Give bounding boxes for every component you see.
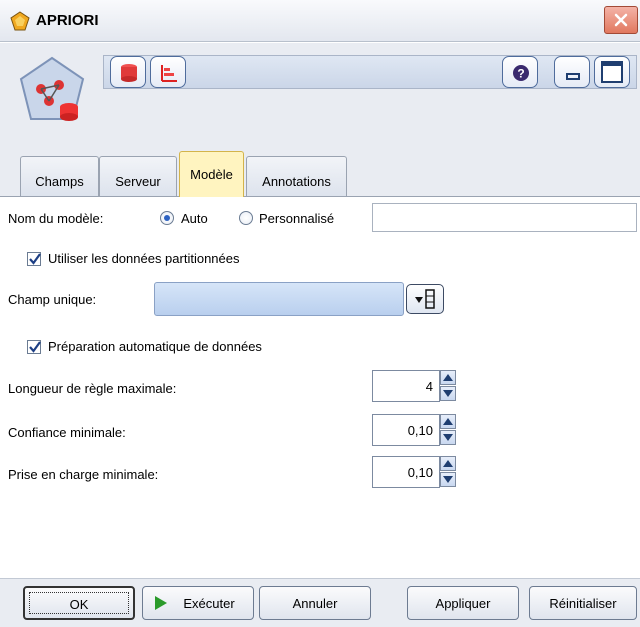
checkmark-icon — [29, 341, 41, 353]
title-bar: APRIORI — [0, 0, 640, 42]
tab-champs[interactable]: Champs — [20, 156, 99, 196]
database-icon — [121, 64, 137, 82]
max-rule-length-up[interactable] — [440, 370, 456, 385]
auto-prep-checkbox[interactable] — [27, 340, 41, 354]
help-button[interactable]: ? — [502, 56, 538, 88]
svg-text:?: ? — [517, 67, 524, 81]
maximize-icon — [601, 61, 623, 83]
arrow-down-icon — [443, 390, 453, 397]
arrow-down-icon — [443, 476, 453, 483]
use-partitioned-checkbox[interactable] — [27, 252, 41, 266]
window-title: APRIORI — [36, 12, 99, 29]
focus-ring — [29, 592, 129, 614]
cancel-button[interactable]: Annuler — [259, 586, 371, 620]
tab-serveur[interactable]: Serveur — [99, 156, 177, 196]
minimize-icon — [566, 73, 580, 80]
toolbar: ? — [103, 55, 637, 89]
apply-button[interactable]: Appliquer — [407, 586, 519, 620]
min-confidence-down[interactable] — [440, 430, 456, 445]
tab-annotations[interactable]: Annotations — [246, 156, 347, 196]
min-support-up[interactable] — [440, 456, 456, 471]
use-partitioned-label: Utiliser les données partitionnées — [48, 251, 240, 266]
min-confidence-input[interactable]: 0,10 — [372, 414, 440, 446]
minimize-button[interactable] — [554, 56, 590, 88]
radio-custom-label: Personnalisé — [259, 211, 335, 226]
reset-button[interactable]: Réinitialiser — [529, 586, 637, 620]
single-field-select[interactable] — [154, 282, 404, 316]
database-button[interactable] — [110, 56, 146, 88]
max-rule-length-label: Longueur de règle maximale: — [8, 381, 177, 396]
radio-custom[interactable] — [239, 211, 253, 225]
maximize-button[interactable] — [594, 56, 630, 88]
single-field-label: Champ unique: — [8, 292, 97, 307]
execute-label: Exécuter — [183, 596, 235, 611]
radio-auto[interactable] — [160, 211, 174, 225]
radio-auto-label: Auto — [181, 211, 208, 226]
min-support-input[interactable]: 0,10 — [372, 456, 440, 488]
auto-prep-label: Préparation automatique de données — [48, 339, 262, 354]
ok-button[interactable]: OK — [23, 586, 135, 620]
close-button[interactable] — [604, 6, 638, 34]
arrow-up-icon — [443, 460, 453, 467]
association-node-icon — [19, 56, 85, 121]
field-picker-button[interactable] — [406, 284, 444, 314]
play-icon — [155, 596, 167, 610]
max-rule-length-down[interactable] — [440, 386, 456, 401]
tab-modele[interactable]: Modèle — [179, 151, 244, 197]
apriori-app-icon — [10, 11, 30, 31]
graph-button[interactable] — [150, 56, 186, 88]
min-confidence-up[interactable] — [440, 414, 456, 429]
min-support-label: Prise en charge minimale: — [8, 467, 159, 482]
help-icon: ? — [513, 65, 529, 81]
min-support-down[interactable] — [440, 472, 456, 487]
close-icon — [614, 13, 628, 27]
min-confidence-label: Confiance minimale: — [8, 425, 126, 440]
arrow-up-icon — [443, 374, 453, 381]
arrow-up-icon — [443, 418, 453, 425]
model-name-label: Nom du modèle: — [8, 211, 104, 226]
toolbar-area: ? — [0, 43, 640, 150]
field-picker-icon — [415, 289, 435, 309]
arrow-down-icon — [443, 434, 453, 441]
bar-chart-icon — [161, 65, 177, 82]
max-rule-length-input[interactable]: 4 — [372, 370, 440, 402]
checkmark-icon — [29, 253, 41, 265]
model-name-input[interactable] — [372, 203, 637, 232]
execute-button[interactable]: Exécuter — [142, 586, 254, 620]
